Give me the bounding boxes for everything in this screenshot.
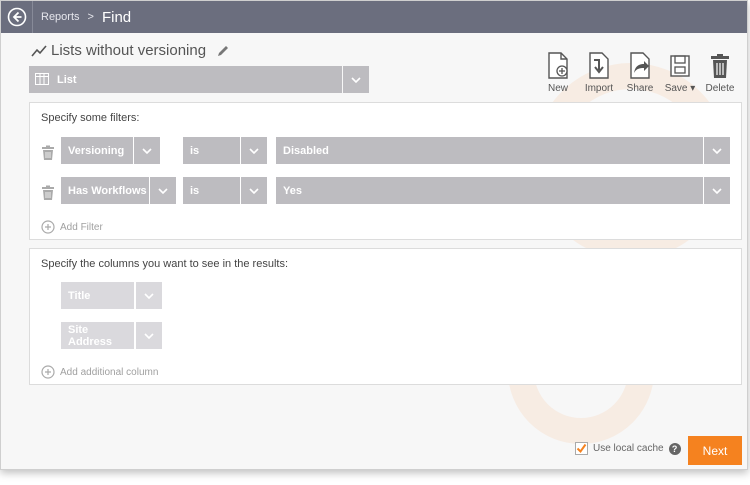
local-cache-checkbox[interactable] xyxy=(575,442,588,455)
add-column-label: Add additional column xyxy=(60,366,159,378)
add-filter-link[interactable]: Add Filter xyxy=(41,220,103,234)
save-label: Save ▾ xyxy=(665,83,696,94)
delete-button[interactable]: Delete xyxy=(703,51,737,94)
import-icon xyxy=(589,52,609,79)
columns-panel: Specify the columns you want to see in t… xyxy=(29,248,742,385)
back-arrow-icon xyxy=(7,7,26,27)
column-dropdown[interactable] xyxy=(136,282,162,309)
chevron-down-icon xyxy=(249,147,259,154)
scope-select-value: List xyxy=(57,73,77,86)
main-window: Reports > Find Lists without versioning … xyxy=(0,0,748,470)
filter-operator-dropdown[interactable] xyxy=(241,177,267,204)
chevron-down-icon xyxy=(712,187,722,194)
save-disk-icon xyxy=(670,55,690,77)
filters-heading: Specify some filters: xyxy=(41,112,140,124)
import-label: Import xyxy=(584,83,614,94)
filter-value-dropdown[interactable] xyxy=(704,137,730,164)
columns-heading: Specify the columns you want to see in t… xyxy=(41,258,289,270)
report-title: Lists without versioning xyxy=(51,42,207,59)
delete-label: Delete xyxy=(705,83,735,94)
local-cache-option: Use local cache ? xyxy=(575,442,681,455)
filters-panel: Specify some filters: Versioning is Disa… xyxy=(29,102,742,240)
chevron-down-icon xyxy=(249,187,259,194)
delete-trash-icon xyxy=(711,54,729,78)
list-grid-icon xyxy=(35,73,49,85)
page-title: Find xyxy=(101,8,132,26)
add-filter-label: Add Filter xyxy=(60,221,103,233)
remove-filter-trash-icon[interactable] xyxy=(41,185,55,201)
filter-field-dropdown[interactable] xyxy=(134,137,160,164)
filter-operator-select[interactable]: is xyxy=(183,177,240,204)
report-toolbar: New Import Share Save ▾ Delete xyxy=(541,51,737,94)
save-button[interactable]: Save ▾ xyxy=(663,51,697,94)
filter-value-dropdown[interactable] xyxy=(704,177,730,204)
add-circle-icon xyxy=(41,220,55,234)
column-dropdown[interactable] xyxy=(136,322,162,349)
add-column-link[interactable]: Add additional column xyxy=(41,365,158,379)
save-dropdown-caret-icon[interactable]: ▾ xyxy=(687,83,695,94)
filter-operator-select[interactable]: is xyxy=(183,137,240,164)
new-document-icon xyxy=(548,52,568,79)
back-button[interactable] xyxy=(1,1,33,33)
scope-dropdown-toggle[interactable] xyxy=(342,66,369,93)
edit-pencil-icon[interactable] xyxy=(216,44,230,58)
checkmark-icon xyxy=(576,443,587,454)
filter-field-dropdown[interactable] xyxy=(150,177,176,204)
chevron-down-icon xyxy=(712,147,722,154)
chevron-down-icon xyxy=(142,147,152,154)
local-cache-label[interactable]: Use local cache xyxy=(593,443,664,454)
scope-select[interactable]: List xyxy=(29,66,369,93)
filter-field-select[interactable]: Has Workflows xyxy=(61,177,149,204)
filter-value-select[interactable]: Yes xyxy=(276,177,703,204)
next-button[interactable]: Next xyxy=(688,436,742,465)
chevron-down-icon xyxy=(144,292,154,299)
trend-chart-icon xyxy=(31,44,47,57)
share-button[interactable]: Share xyxy=(623,51,657,94)
filter-field-select[interactable]: Versioning xyxy=(61,137,133,164)
column-select[interactable]: Title xyxy=(61,282,134,309)
import-button[interactable]: Import xyxy=(581,51,617,94)
new-label: New xyxy=(547,83,568,94)
chevron-down-icon xyxy=(158,187,168,194)
filter-operator-dropdown[interactable] xyxy=(241,137,267,164)
share-icon xyxy=(630,52,650,79)
breadcrumb-separator: > xyxy=(87,11,94,23)
breadcrumb-reports[interactable]: Reports xyxy=(41,11,80,23)
new-button[interactable]: New xyxy=(541,51,575,94)
column-select[interactable]: Site Address xyxy=(61,322,134,349)
chevron-down-icon xyxy=(144,332,154,339)
add-circle-icon xyxy=(41,365,55,379)
filter-value-select[interactable]: Disabled xyxy=(276,137,703,164)
save-label-text: Save xyxy=(664,83,688,94)
chevron-down-icon xyxy=(351,76,361,83)
share-label: Share xyxy=(626,83,654,94)
report-title-row: Lists without versioning xyxy=(31,42,230,59)
title-bar: Reports > Find xyxy=(1,1,747,33)
help-icon[interactable]: ? xyxy=(668,442,681,455)
remove-filter-trash-icon[interactable] xyxy=(41,145,55,161)
